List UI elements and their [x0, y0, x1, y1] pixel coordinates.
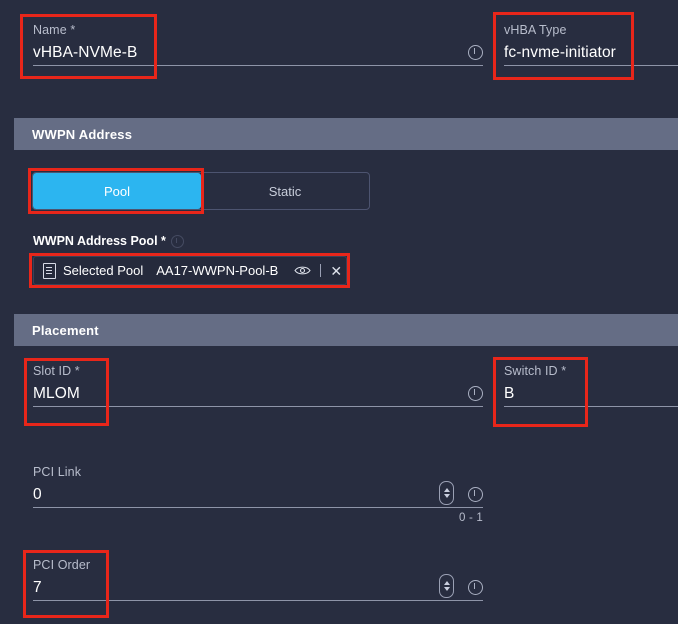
info-icon[interactable] [468, 487, 483, 502]
toggle-option-static-label: Static [268, 183, 302, 199]
pci-order-value: 7 [33, 579, 42, 596]
section-header-wwpn-address: WWPN Address [14, 118, 678, 150]
pci-order-label: PCI Order [33, 558, 91, 572]
slot-id-field[interactable]: Slot ID * MLOM [33, 363, 483, 407]
slot-id-value: MLOM [33, 385, 80, 402]
eye-icon[interactable] [294, 265, 311, 276]
pci-order-input-row[interactable]: 7 [33, 573, 483, 601]
switch-id-field[interactable]: Switch ID * B [504, 363, 678, 407]
section-title: Placement [32, 322, 99, 338]
vhba-policy-form: Name * vHBA-NVMe-B vHBA Type fc-nvme-ini… [0, 0, 678, 624]
pci-link-value: 0 [33, 486, 42, 503]
section-title: WWPN Address [32, 126, 133, 142]
wwpn-address-pool-label: WWPN Address Pool * [33, 234, 184, 248]
vhba-type-field[interactable]: vHBA Type fc-nvme-initiator [504, 22, 678, 66]
selected-pool-chip[interactable]: Selected Pool AA17-WWPN-Pool-B ✕ [33, 256, 347, 285]
stepper-icon[interactable] [439, 481, 454, 505]
pci-link-field[interactable]: PCI Link 0 0 - 1 [33, 464, 483, 524]
vhba-type-value: fc-nvme-initiator [504, 44, 616, 61]
info-icon[interactable] [468, 580, 483, 595]
selected-pool-actions: ✕ [294, 264, 342, 278]
chevron-down-icon[interactable] [443, 494, 450, 498]
switch-id-value: B [504, 385, 515, 402]
name-field-label: Name * [33, 23, 76, 37]
wwpn-address-type-toggle[interactable]: Pool Static [32, 172, 370, 210]
chevron-up-icon[interactable] [443, 581, 450, 585]
name-field-value: vHBA-NVMe-B [33, 44, 138, 61]
info-icon[interactable] [468, 386, 483, 401]
chip-divider [320, 264, 322, 277]
close-icon[interactable]: ✕ [330, 264, 342, 278]
pci-link-label: PCI Link [33, 465, 82, 479]
toggle-option-static[interactable]: Static [201, 173, 369, 209]
pci-link-range-hint: 0 - 1 [458, 512, 483, 524]
info-icon[interactable] [170, 234, 184, 248]
chevron-up-icon[interactable] [443, 488, 450, 492]
switch-id-input-row[interactable]: B [504, 379, 678, 407]
selected-pool-name: AA17-WWPN-Pool-B [156, 263, 279, 278]
switch-id-label: Switch ID * [504, 364, 567, 378]
pci-link-input-row[interactable]: 0 [33, 480, 483, 508]
section-header-placement: Placement [14, 314, 678, 346]
selected-pool-text: Selected Pool [63, 263, 144, 278]
name-field-input-row[interactable]: vHBA-NVMe-B [33, 38, 483, 66]
pci-order-field[interactable]: PCI Order 7 [33, 557, 483, 601]
slot-id-input-row[interactable]: MLOM [33, 379, 483, 407]
toggle-option-pool-label: Pool [103, 183, 131, 199]
info-icon[interactable] [468, 45, 483, 60]
wwpn-address-pool-label-text: WWPN Address Pool * [33, 234, 166, 248]
vhba-type-field-label: vHBA Type [504, 23, 567, 37]
slot-id-label: Slot ID * [33, 364, 80, 378]
chevron-down-icon[interactable] [443, 587, 450, 591]
stepper-icon[interactable] [439, 574, 454, 598]
toggle-option-pool[interactable]: Pool [33, 173, 201, 209]
name-field[interactable]: Name * vHBA-NVMe-B [33, 22, 483, 66]
document-icon [43, 262, 56, 279]
vhba-type-input-row[interactable]: fc-nvme-initiator [504, 38, 678, 66]
